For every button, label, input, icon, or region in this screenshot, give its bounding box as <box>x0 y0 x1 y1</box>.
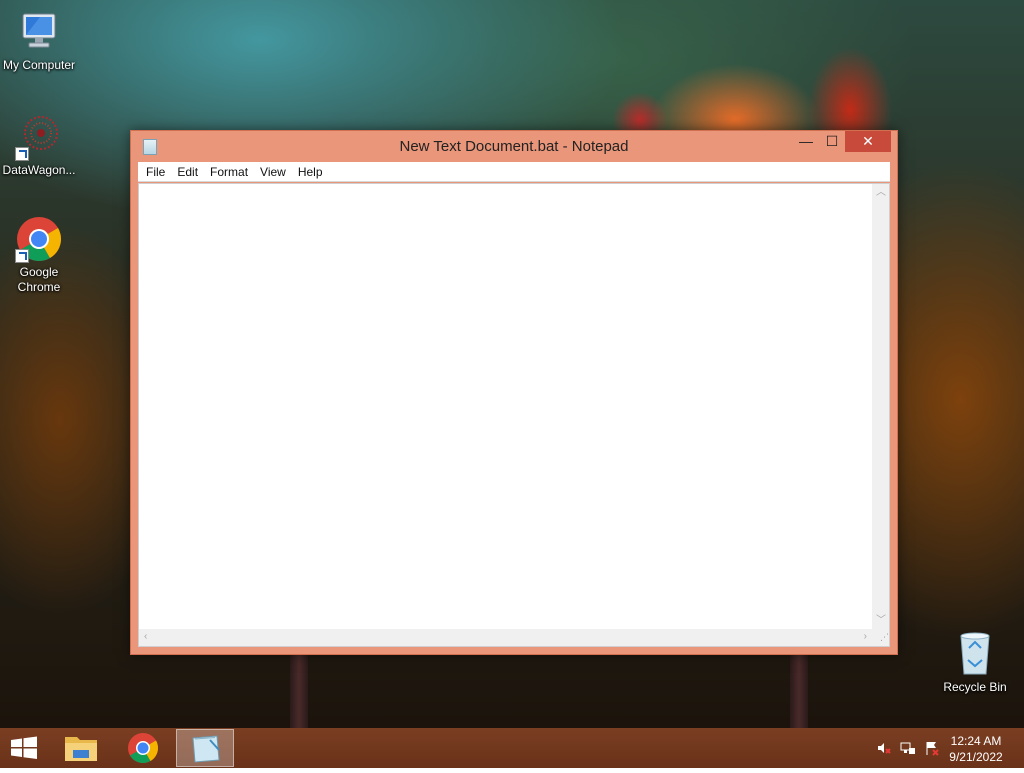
menu-view[interactable]: View <box>254 162 292 182</box>
system-tray: 12:24 AM 9/21/2022 <box>864 728 1024 768</box>
title-bar[interactable]: New Text Document.bat - Notepad — ☐ ✕ <box>131 131 897 161</box>
clock[interactable]: 12:24 AM 9/21/2022 <box>944 733 1008 765</box>
recycle-bin-icon <box>955 630 995 678</box>
scroll-up-icon[interactable]: ︿ <box>876 188 886 198</box>
desktop-icon-datawagon[interactable]: DataWagon... <box>0 113 79 178</box>
window-title: New Text Document.bat - Notepad <box>399 138 629 155</box>
network-icon[interactable] <box>900 740 916 756</box>
desktop-icon-label: My Computer <box>2 58 76 72</box>
text-editor: ︿ ﹀ ‹ › ⋰ <box>138 183 890 647</box>
desktop-icon-google-chrome[interactable]: Google Chrome <box>0 215 79 295</box>
desktop-icon-label: Google Chrome <box>17 265 61 294</box>
wallpaper-stem <box>790 655 808 728</box>
chrome-icon <box>15 215 63 263</box>
maximize-button[interactable]: ☐ <box>819 131 845 152</box>
taskbar: 12:24 AM 9/21/2022 <box>0 728 1024 768</box>
computer-icon <box>15 8 63 56</box>
desktop-icon-label: Recycle Bin <box>943 680 1007 694</box>
size-grip-icon[interactable]: ⋰ <box>872 629 889 646</box>
scroll-down-icon[interactable]: ﹀ <box>876 616 886 626</box>
action-center-flag-icon[interactable] <box>924 740 940 756</box>
close-button[interactable]: ✕ <box>845 131 891 152</box>
desktop-icon-my-computer[interactable]: My Computer <box>0 8 79 73</box>
horizontal-scrollbar[interactable]: ‹ › <box>139 629 872 646</box>
taskbar-google-chrome[interactable] <box>118 728 168 768</box>
notepad-window: New Text Document.bat - Notepad — ☐ ✕ Fi… <box>130 130 898 655</box>
desktop-icon-recycle-bin[interactable]: Recycle Bin <box>935 630 1015 695</box>
wallpaper-stem <box>290 655 308 728</box>
menu-help[interactable]: Help <box>292 162 329 182</box>
shortcut-arrow-icon <box>15 249 29 263</box>
menu-bar: File Edit Format View Help <box>138 162 890 182</box>
clock-date: 9/21/2022 <box>949 750 1003 764</box>
desktop: My Computer DataWagon... Google Chrome R… <box>0 0 1024 728</box>
datawagon-icon <box>15 113 63 161</box>
windows-logo-icon <box>11 736 37 759</box>
menu-file[interactable]: File <box>140 162 171 182</box>
text-editor-content[interactable] <box>139 184 872 630</box>
menu-format[interactable]: Format <box>204 162 254 182</box>
menu-edit[interactable]: Edit <box>171 162 204 182</box>
minimize-button[interactable]: — <box>793 131 819 152</box>
taskbar-notepad[interactable] <box>176 729 234 767</box>
notepad-icon <box>192 735 220 763</box>
taskbar-file-explorer[interactable] <box>56 728 106 768</box>
scroll-left-icon[interactable]: ‹ <box>144 632 147 642</box>
shortcut-arrow-icon <box>15 147 29 161</box>
scroll-right-icon[interactable]: › <box>864 632 867 642</box>
desktop-icon-label: DataWagon... <box>2 163 76 177</box>
start-button[interactable] <box>0 728 48 768</box>
folder-icon <box>65 737 97 761</box>
volume-muted-icon[interactable] <box>876 740 892 756</box>
chrome-icon <box>128 733 159 764</box>
clock-time: 12:24 AM <box>950 734 1002 748</box>
vertical-scrollbar[interactable]: ︿ ﹀ <box>872 184 889 630</box>
